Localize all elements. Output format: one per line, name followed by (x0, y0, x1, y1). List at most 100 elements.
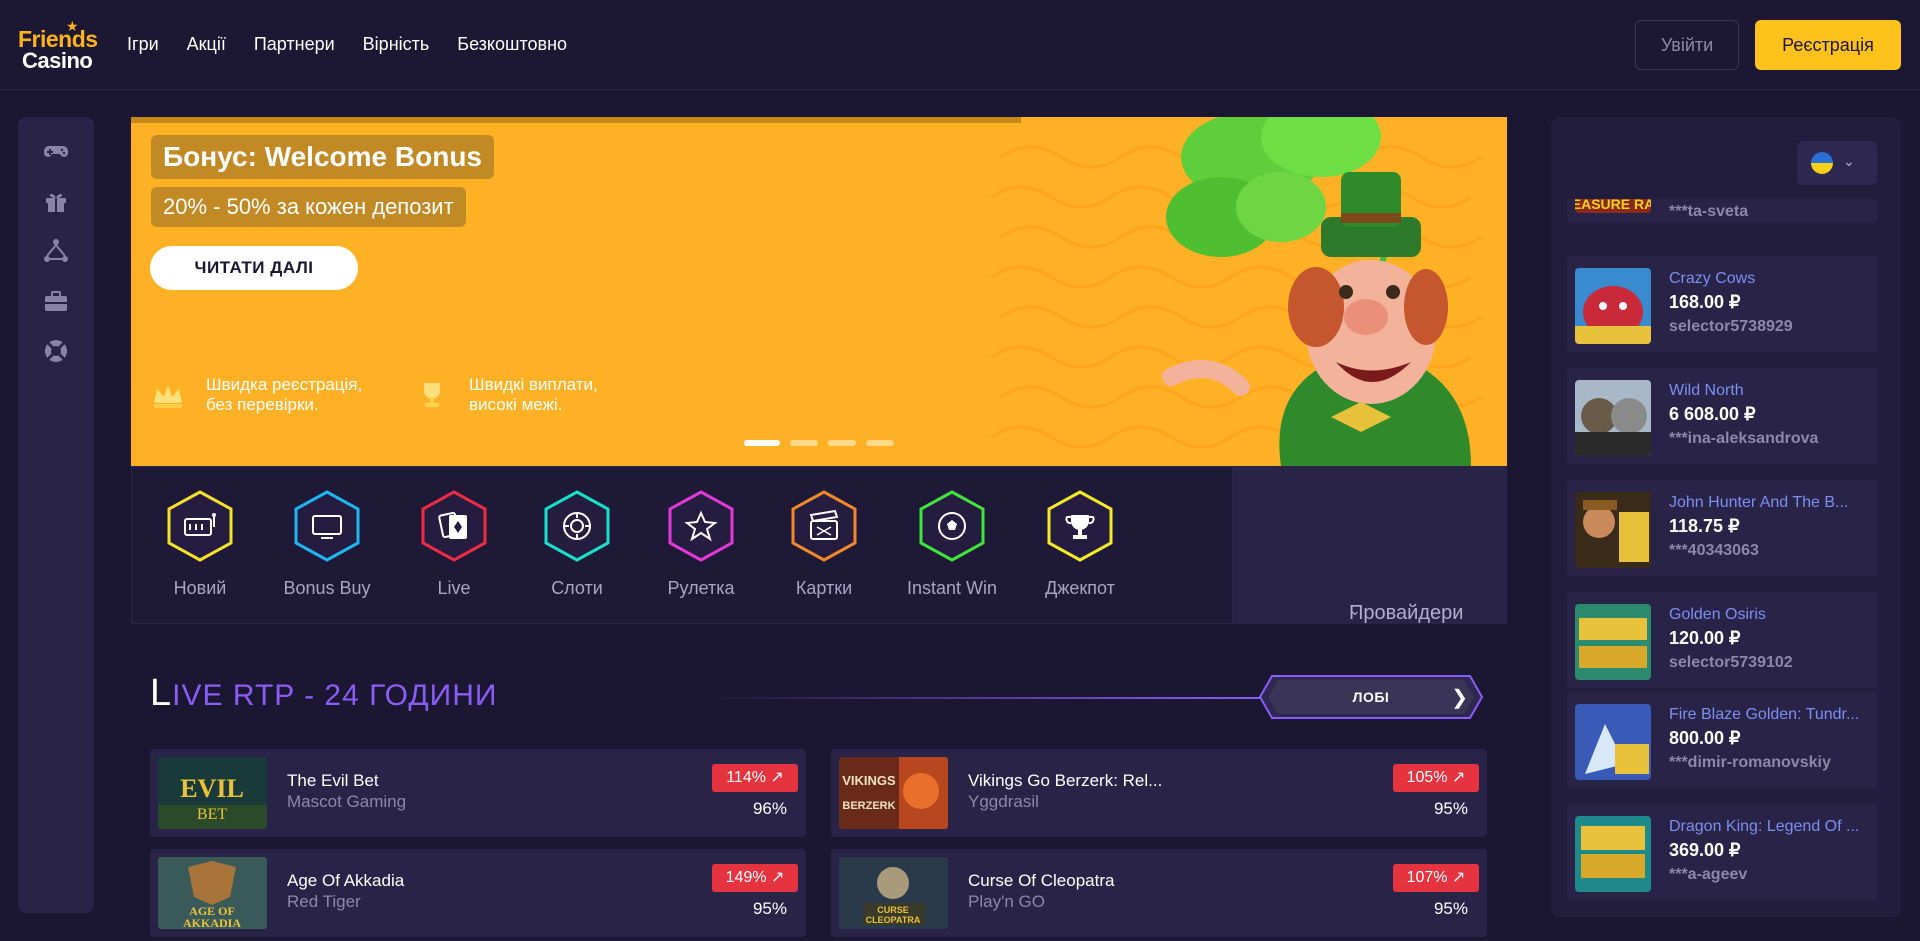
win-amount: 6 608.00 ₽ (1669, 404, 1756, 424)
category-label: Рулетка (667, 578, 735, 598)
carousel-dot-1[interactable] (744, 440, 780, 446)
win-user: ***ina-aleksandrova (1669, 430, 1819, 447)
arrow-up-right-icon: ↗ (770, 769, 784, 786)
win-item[interactable]: Dragon King: Legend Of ... 369.00 ₽ ***a… (1567, 804, 1878, 900)
category-label: Джекпот (1045, 578, 1115, 598)
trophy-icon (1047, 490, 1113, 562)
nav-games[interactable]: Ігри (127, 34, 159, 55)
game-name: The Evil Bet (287, 771, 379, 790)
rtp-row-curse-of-cleopatra[interactable]: CURSE CLEOPATRA Curse Of Cleopatra Play'n… (831, 849, 1487, 937)
game-name: Vikings Go Berzerk: Rel... (968, 771, 1163, 790)
svg-text:CURSE: CURSE (877, 905, 909, 915)
win-item[interactable]: Crazy Cows 168.00 ₽ selector5738929 (1567, 256, 1878, 352)
promo-banner[interactable]: Бонус: Welcome Bonus 20% - 50% за кожен … (131, 117, 1507, 466)
game-thumbnail: VIKINGS BERZERK (839, 757, 948, 829)
chevron-down-icon: ⌄ (1349, 602, 1361, 618)
language-selector[interactable]: ⌄ (1797, 141, 1877, 185)
login-button[interactable]: Увійти (1635, 20, 1739, 70)
monitor-icon (294, 490, 360, 562)
logo-text-bottom: Casino (22, 48, 93, 73)
win-user: selector5739102 (1669, 654, 1793, 671)
arrow-up-right-icon: ↗ (770, 869, 785, 886)
rtp-row-age-of-akkadia[interactable]: AGE OF AKKADIA Age Of Akkadia Red Tiger 1… (150, 849, 806, 937)
category-jackpot[interactable]: Джекпот (1020, 489, 1140, 599)
rtp-badge: 114% ↗ (712, 764, 798, 792)
title-divider-line (700, 697, 1260, 699)
svg-text:VIKINGS: VIKINGS (842, 773, 896, 788)
win-item[interactable]: Wild North 6 608.00 ₽ ***ina-aleksandrov… (1567, 368, 1878, 464)
category-instant-win[interactable]: Instant Win (892, 489, 1012, 599)
gift-icon[interactable] (42, 187, 70, 215)
arrow-up-right-icon: ↗ (1451, 769, 1466, 786)
carousel-dot-4[interactable] (866, 440, 894, 446)
game-thumbnail: CURSE CLEOPATRA (839, 857, 948, 929)
banner-carousel-dots (744, 440, 894, 446)
win-user: ***dimir-romanovskiy (1669, 754, 1831, 771)
win-game-name[interactable]: Golden Osiris (1669, 606, 1766, 624)
win-user: ***40343063 (1669, 542, 1759, 559)
win-game-name[interactable]: Fire Blaze Golden: Tundr... (1669, 706, 1859, 724)
game-categories: Новий Bonus Buy Live Слоти Рулетка Картк… (131, 466, 1233, 624)
category-bonus-buy[interactable]: Bonus Buy (267, 489, 387, 599)
game-thumbnail (1575, 816, 1651, 892)
network-icon[interactable] (42, 237, 70, 265)
category-roulette[interactable]: Рулетка (641, 489, 761, 599)
category-new[interactable]: Новий (140, 489, 260, 599)
left-sidebar (18, 117, 94, 913)
category-cards[interactable]: Картки (764, 489, 884, 599)
carousel-dot-3[interactable] (828, 440, 856, 446)
category-label: Слоти (551, 578, 603, 598)
game-thumbnail (1575, 492, 1651, 568)
rtp-row-evil-bet[interactable]: EVIL BET The Evil Bet Mascot Gaming 114% … (150, 749, 806, 837)
game-thumbnail: EASURE RA (1575, 196, 1651, 213)
win-game-name[interactable]: Dragon King: Legend Of ... (1669, 818, 1859, 836)
win-game-name[interactable]: Wild North (1669, 382, 1744, 400)
game-name: Age Of Akkadia (287, 871, 405, 890)
category-label: Bonus Buy (283, 578, 371, 598)
leprechaun-illustration (1162, 117, 1471, 466)
bonus-title: Бонус: Welcome Bonus (151, 135, 494, 179)
win-game-name[interactable]: John Hunter And The B... (1669, 494, 1848, 512)
chevron-right-icon: ❯ (1451, 687, 1468, 709)
win-item[interactable]: Fire Blaze Golden: Tundr... 800.00 ₽ ***… (1567, 692, 1878, 788)
lifebuoy-icon[interactable] (42, 337, 70, 365)
read-more-button[interactable]: ЧИТАТИ ДАЛІ (150, 246, 358, 290)
nav-loyalty[interactable]: Вірність (363, 34, 430, 55)
win-amount: 800.00 ₽ (1669, 728, 1741, 748)
register-button[interactable]: Реєстрація (1755, 20, 1901, 70)
game-provider: Play'n GO (968, 892, 1045, 911)
category-label: Картки (795, 578, 853, 598)
feature-fast-payouts: Швидкі виплати, високі межі. (469, 375, 598, 414)
game-thumbnail (1575, 268, 1651, 344)
win-item[interactable]: Golden Osiris 120.00 ₽ selector5739102 (1567, 592, 1878, 688)
chevron-down-icon: ⌄ (1843, 153, 1855, 169)
nav-promotions[interactable]: Акції (187, 34, 226, 55)
svg-text:EVIL: EVIL (180, 774, 244, 803)
rtp-badge: 149% ↗ (712, 864, 798, 892)
gamepad-icon[interactable] (42, 137, 70, 165)
briefcase-icon[interactable] (42, 287, 70, 315)
win-amount: 120.00 ₽ (1669, 628, 1741, 648)
category-label: Live (437, 578, 471, 598)
lobby-button[interactable]: ЛОБІ ❯ (1258, 674, 1484, 720)
site-logo[interactable]: Friends ★ Casino (18, 18, 98, 73)
category-slots[interactable]: Слоти (517, 489, 637, 599)
top-header: Friends ★ Casino Ігри Акції Партнери Вір… (0, 0, 1920, 90)
nav-free[interactable]: Безкоштовно (457, 34, 567, 55)
game-provider: Mascot Gaming (287, 792, 407, 811)
rtp-row-vikings-go-berzerk[interactable]: VIKINGS BERZERK Vikings Go Berzerk: Rel..… (831, 749, 1487, 837)
win-item[interactable]: John Hunter And The B... 118.75 ₽ ***403… (1567, 480, 1878, 576)
soccer-ball-icon (919, 490, 985, 562)
clapper-icon (791, 490, 857, 562)
crown-icon (154, 385, 182, 408)
svg-text:BERZERK: BERZERK (842, 800, 895, 812)
nav-partners[interactable]: Партнери (254, 34, 335, 55)
rtp-badge: 107% ↗ (1393, 864, 1479, 892)
providers-dropdown[interactable]: Провайдери ⌄ (1233, 466, 1507, 624)
category-live[interactable]: Live (394, 489, 514, 599)
bonus-subtitle: 20% - 50% за кожен депозит (151, 187, 466, 227)
carousel-dot-2[interactable] (790, 440, 818, 446)
main-nav: Ігри Акції Партнери Вірність Безкоштовно (127, 34, 595, 55)
svg-text:EASURE RA: EASURE RA (1575, 196, 1651, 212)
win-game-name[interactable]: Crazy Cows (1669, 270, 1755, 288)
